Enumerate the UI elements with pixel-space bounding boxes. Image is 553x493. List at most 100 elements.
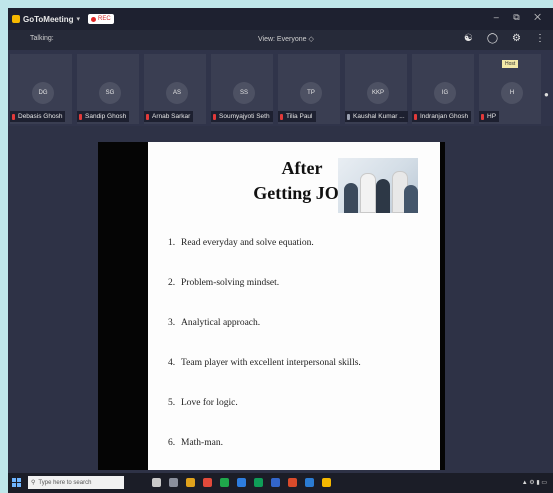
file-explorer-icon[interactable]	[186, 478, 195, 487]
more-options-icon[interactable]: ⋮	[535, 33, 545, 44]
business-meeting-image	[338, 158, 418, 213]
participant-name: Indranjan Ghosh	[420, 113, 469, 120]
list-item: 5. Love for logic.	[168, 398, 361, 438]
list-item: 2. Problem-solving mindset.	[168, 278, 361, 318]
participant-name-bar: Indranjan Ghosh	[412, 111, 472, 122]
app-green-icon[interactable]	[220, 478, 229, 487]
participant-name-bar: Debasis Ghosh	[10, 111, 66, 122]
avatar: TP	[300, 82, 322, 104]
participant-name: Soumyajyoti Seth	[219, 113, 270, 120]
participant-name: Kaushal Kumar ...	[353, 113, 405, 120]
bullet-text: Love for logic.	[181, 398, 238, 408]
search-placeholder: Type here to search	[38, 479, 92, 486]
app-blue-icon[interactable]	[271, 478, 280, 487]
task-view-icon[interactable]	[152, 478, 161, 487]
gotomeeting-taskbar-icon[interactable]	[322, 478, 331, 487]
list-item: 3. Analytical approach.	[168, 318, 361, 358]
screen-share-area: After Getting JOB 1. Read everyday and so…	[8, 126, 553, 473]
bullet-number: 4.	[168, 358, 176, 368]
search-icon: ⚲	[31, 480, 36, 486]
participant-name-bar: Kaushal Kumar ...	[345, 111, 408, 122]
widgets-icon[interactable]	[169, 478, 178, 487]
participant-tile[interactable]: AS Arnab Sarkar	[144, 54, 206, 124]
participant-name-bar: HP	[479, 111, 500, 122]
mic-muted-icon	[79, 113, 82, 120]
bullet-text: Problem-solving mindset.	[181, 278, 280, 288]
system-tray[interactable]: ▲ ⚙ ▮ ▭	[522, 479, 547, 486]
person-figure	[344, 183, 358, 213]
mic-muted-icon	[146, 113, 149, 120]
window-controls[interactable]: – ⧉ ✕	[494, 12, 547, 23]
avatar: SS	[233, 82, 255, 104]
participant-tile[interactable]: TP Tilia Paul	[278, 54, 340, 124]
bullet-text: Team player with excellent interpersonal…	[181, 358, 361, 368]
participant-name-bar: Sandip Ghosh	[77, 111, 130, 122]
bullet-text: Math-man.	[181, 438, 223, 448]
person-figure	[376, 179, 390, 213]
participant-name-bar: Arnab Sarkar	[144, 111, 194, 122]
recording-label: REC	[98, 16, 111, 22]
person-figure	[360, 173, 376, 213]
mic-muted-icon	[213, 113, 216, 120]
bullet-number: 2.	[168, 278, 176, 288]
participant-name: Sandip Ghosh	[85, 113, 127, 120]
avatar: SG	[99, 82, 121, 104]
settings-icon[interactable]: ⚙	[512, 33, 521, 44]
recording-badge[interactable]: REC	[88, 14, 114, 24]
title-bar: GoToMeeting ▾ REC – ⧉ ✕	[8, 8, 553, 30]
avatar: AS	[166, 82, 188, 104]
mic-muted-icon	[12, 113, 15, 120]
presentation-slide: After Getting JOB 1. Read everyday and so…	[148, 142, 440, 470]
participant-name-bar: Tilia Paul	[278, 111, 316, 122]
taskbar-apps	[152, 478, 331, 487]
view-mode-selector[interactable]: View: Everyone ◇	[258, 35, 314, 43]
windows-start-icon[interactable]	[12, 478, 21, 487]
app-store-icon[interactable]	[305, 478, 314, 487]
mic-muted-icon	[414, 113, 417, 120]
bullet-number: 5.	[168, 398, 176, 408]
app-name: GoToMeeting	[23, 14, 74, 24]
participant-name: Tilia Paul	[286, 113, 313, 120]
participant-tile[interactable]: IG Indranjan Ghosh	[412, 54, 474, 124]
meeting-toolbar: Talking: View: Everyone ◇ ☯ ◯ ⚙ ⋮	[8, 30, 553, 50]
mic-icon	[347, 113, 350, 120]
list-item: 1. Read everyday and solve equation.	[168, 238, 361, 278]
chevron-right-icon[interactable]: ●	[544, 90, 549, 99]
mic-muted-icon	[481, 113, 484, 120]
meeting-window: GoToMeeting ▾ REC – ⧉ ✕ Talking: View: E…	[8, 8, 553, 493]
participant-name: HP	[487, 113, 497, 120]
host-tag: Host	[502, 60, 519, 68]
participant-tile[interactable]: KKP Kaushal Kumar ...	[345, 54, 408, 124]
participant-name: Debasis Ghosh	[18, 113, 63, 120]
list-item: 4. Team player with excellent interperson…	[168, 358, 361, 398]
participant-tile[interactable]: SS Soumyajyoti Seth	[211, 54, 273, 124]
participant-tile[interactable]: SG Sandip Ghosh	[77, 54, 139, 124]
participant-strip: DG Debasis Ghosh SG Sandip Ghosh AS Arna…	[8, 50, 553, 126]
list-item: 6. Math-man.	[168, 438, 361, 478]
edge-icon[interactable]	[237, 478, 246, 487]
taskbar-search-input[interactable]: ⚲ Type here to search	[28, 476, 124, 489]
chrome-icon[interactable]	[203, 478, 212, 487]
talking-indicator: Talking:	[30, 35, 54, 42]
participant-tile[interactable]: DG Debasis Ghosh	[10, 54, 72, 124]
mic-muted-icon	[280, 113, 283, 120]
record-dot-icon	[91, 16, 97, 22]
slide-bullet-list: 1. Read everyday and solve equation. 2. Pr…	[168, 238, 361, 478]
bullet-text: Read everyday and solve equation.	[181, 238, 314, 248]
avatar: DG	[32, 82, 54, 104]
chat-icon[interactable]: ◯	[487, 33, 498, 44]
chevron-down-icon: ▾	[76, 16, 81, 23]
avatar: H	[501, 82, 523, 104]
powerpoint-icon[interactable]	[288, 478, 297, 487]
app-menu[interactable]: GoToMeeting ▾	[12, 15, 80, 24]
participant-name-bar: Soumyajyoti Seth	[211, 111, 273, 122]
bullet-text: Analytical approach.	[181, 318, 261, 328]
app-teal-icon[interactable]	[254, 478, 263, 487]
bullet-number: 1.	[168, 238, 176, 248]
avatar: IG	[434, 82, 456, 104]
participants-icon[interactable]: ☯	[464, 33, 473, 44]
bullet-number: 3.	[168, 318, 176, 328]
avatar: KKP	[367, 82, 389, 104]
bullet-number: 6.	[168, 438, 176, 448]
app-logo-icon	[12, 15, 20, 23]
